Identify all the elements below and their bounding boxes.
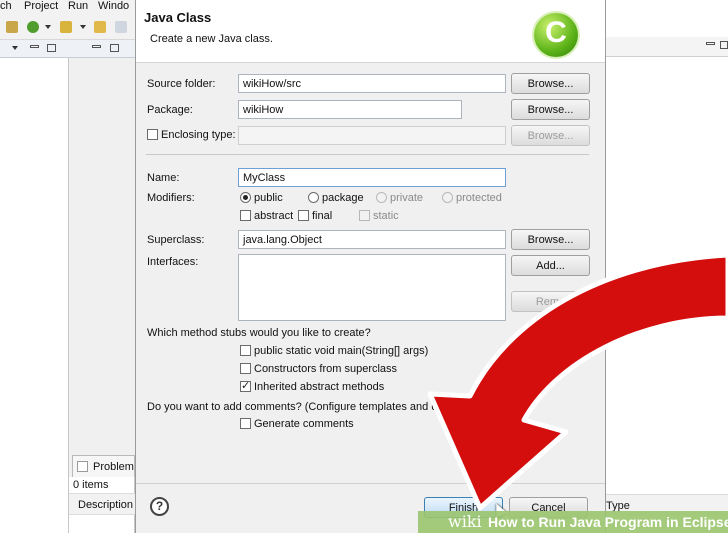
problems-tab-label: Problem (93, 461, 134, 473)
menu-item-run[interactable]: Run (68, 0, 88, 12)
superclass-field[interactable]: java.lang.Object (238, 230, 506, 249)
remove-interface-button[interactable]: Remo (511, 291, 590, 312)
minimize-icon[interactable] (30, 45, 39, 48)
inherited-methods-checkbox[interactable] (240, 379, 251, 392)
minimize-icon[interactable] (92, 45, 101, 48)
protected-label: protected (456, 192, 502, 204)
menu-item-search[interactable]: ch (0, 0, 12, 12)
superclass-browse-button[interactable]: Browse... (511, 229, 590, 250)
comments-question-tail: wa (454, 401, 469, 413)
protected-radio[interactable] (442, 192, 453, 203)
final-checkbox[interactable] (298, 210, 309, 221)
enclosing-type-browse-button[interactable]: Browse... (511, 125, 590, 146)
menu-item-project[interactable]: Project (24, 0, 58, 12)
problems-icon (77, 461, 88, 472)
dialog-header: Java Class Create a new Java class. C (136, 0, 605, 63)
chevron-down-icon[interactable] (45, 25, 51, 29)
open-type-icon[interactable] (115, 21, 127, 33)
abstract-checkbox[interactable] (240, 210, 251, 221)
new-java-class-dialog: Java Class Create a new Java class. C So… (135, 0, 606, 533)
private-radio[interactable] (376, 192, 387, 203)
final-label: final (312, 210, 333, 222)
description-column-header[interactable]: Description (69, 493, 135, 515)
items-count: 0 items (73, 479, 109, 491)
static-checkbox[interactable] (359, 210, 370, 221)
description-label: Description (78, 499, 134, 511)
superclass-label: Superclass: (147, 234, 205, 246)
main-method-checkbox[interactable] (240, 345, 251, 356)
logo-letter: C (545, 16, 567, 49)
abstract-label: abstract (254, 210, 294, 222)
class-name-field[interactable]: MyClass (238, 168, 506, 187)
open-folder-icon[interactable] (94, 21, 106, 33)
package-browse-button[interactable]: Browse... (511, 99, 590, 120)
dialog-title: Java Class (144, 10, 212, 25)
outline-pane (606, 0, 728, 533)
wand-icon[interactable] (60, 21, 72, 33)
outline-toolbar (606, 37, 728, 57)
constructors-checkbox[interactable] (240, 363, 251, 374)
name-label: Name: (147, 172, 180, 184)
package-label: Package: (147, 104, 193, 116)
separator (146, 154, 589, 155)
minimize-icon[interactable] (706, 42, 715, 45)
view-menu-icon[interactable] (12, 46, 18, 50)
wikihow-logo: wiki (448, 512, 482, 531)
inherited-methods-label: Inherited abstract methods (254, 381, 385, 393)
static-label: static (373, 210, 399, 222)
source-folder-label: Source folder: (147, 78, 216, 90)
source-folder-field[interactable]: wikiHow/src (238, 74, 506, 93)
generate-comments-checkbox[interactable] (240, 418, 251, 429)
enclosing-type-checkbox[interactable] (147, 129, 158, 140)
ide-view-toolbar (0, 40, 135, 58)
problems-view: 0 items Description (69, 477, 135, 533)
new-class-icon[interactable] (27, 21, 39, 33)
maximize-icon[interactable] (720, 41, 728, 49)
packages-icon[interactable] (6, 21, 18, 33)
chevron-down-icon[interactable] (80, 25, 86, 29)
package-modifier-label: package (322, 192, 364, 204)
private-label: private (390, 192, 424, 204)
enclosing-type-field[interactable] (238, 126, 506, 145)
package-radio[interactable] (308, 192, 319, 203)
add-interface-button[interactable]: Add... (511, 255, 590, 276)
main-method-label: public static void main(String[] args) (254, 345, 429, 357)
public-label: public (254, 192, 283, 204)
source-folder-browse-button[interactable]: Browse... (511, 73, 590, 94)
package-field[interactable]: wikiHow (238, 100, 462, 119)
menu-item-window[interactable]: Windo (98, 0, 129, 12)
modifiers-label: Modifiers: (147, 192, 195, 204)
comments-question: Do you want to add comments? (Configure … (147, 401, 438, 413)
maximize-icon[interactable] (47, 44, 56, 52)
public-radio[interactable] (240, 192, 251, 203)
interfaces-list[interactable] (238, 254, 506, 321)
constructors-label: Constructors from superclass (254, 363, 398, 375)
maximize-icon[interactable] (110, 44, 119, 52)
generate-comments-label: Generate comments (254, 418, 354, 430)
help-icon[interactable]: ? (150, 497, 169, 516)
watermark-banner: wiki How to Run Java Program in Eclipse (418, 511, 728, 533)
package-explorer-pane (0, 58, 69, 533)
watermark-title: How to Run Java Program in Eclipse (488, 514, 728, 530)
java-class-logo-icon: C (534, 13, 578, 57)
problems-tab[interactable]: Problem (72, 455, 135, 477)
enclosing-type-label: Enclosing type: (161, 129, 236, 141)
dialog-subtitle: Create a new Java class. (150, 33, 273, 45)
interfaces-label: Interfaces: (147, 256, 199, 268)
method-stubs-question: Which method stubs would you like to cre… (147, 327, 371, 339)
ide-toolbar (0, 14, 135, 40)
